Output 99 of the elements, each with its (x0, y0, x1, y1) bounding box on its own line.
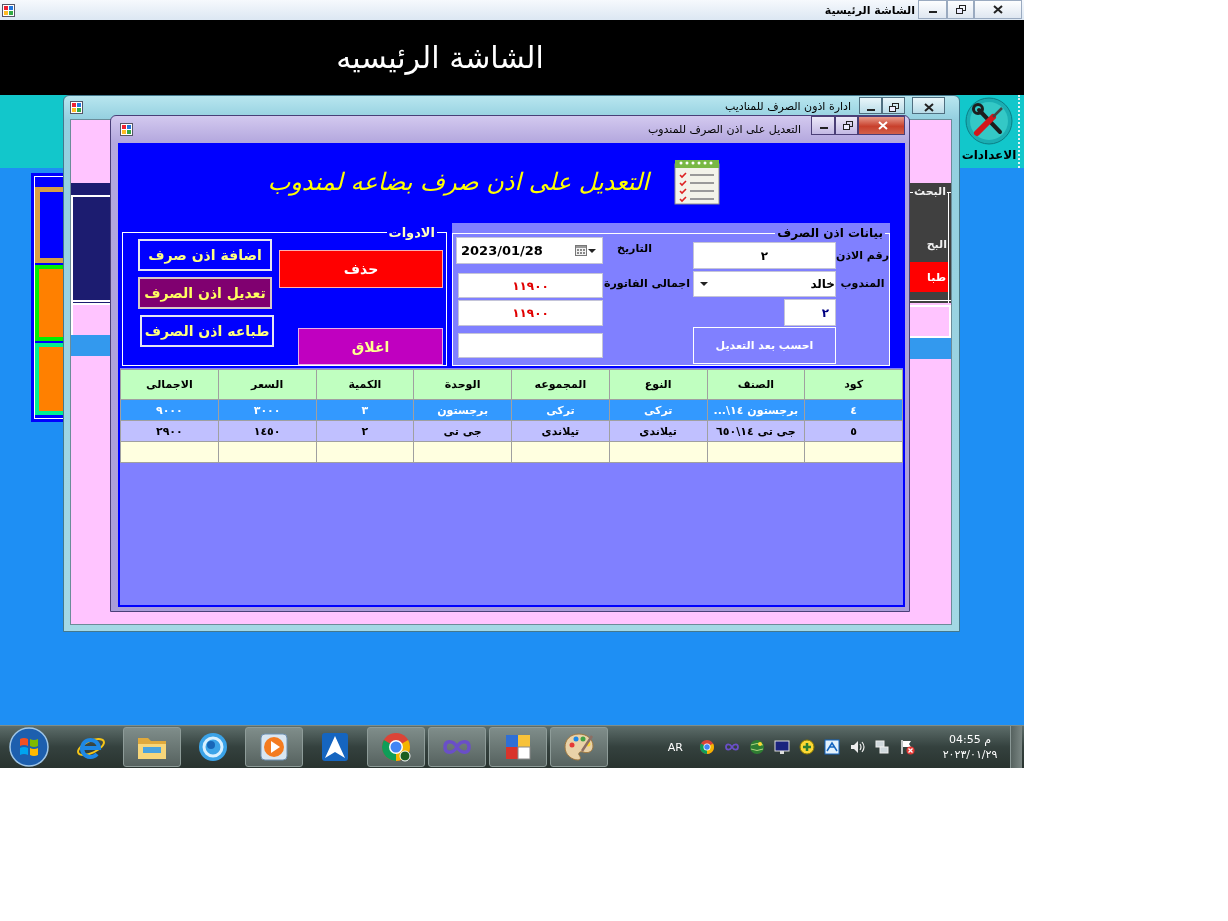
letter-a-icon (319, 731, 351, 763)
combo-box[interactable]: خالد (693, 271, 836, 297)
column-header: السعر (218, 369, 316, 400)
input-field[interactable]: ١١٩٠٠ (458, 273, 603, 298)
field-label: التاريخ (617, 242, 652, 255)
column-header: النوع (609, 369, 707, 400)
taskbar-button[interactable] (367, 727, 425, 767)
table-row[interactable]: ٥ جى تى ١٤\٦٥٠ تيلاندى تيلاندى جى تى ٢ ١٤٥٠ ٢٩٠٠ (120, 420, 903, 442)
field-label: البح (926, 238, 947, 252)
app-icon (120, 123, 133, 136)
group-title: الادوات (386, 225, 437, 240)
input-field[interactable] (458, 332, 603, 358)
column-header: الكمية (316, 369, 414, 400)
field-label: رقم الاذن (836, 249, 889, 262)
table-cell: جى تى ١٤\٦٥٠ (707, 420, 805, 442)
caret-icon (588, 248, 596, 253)
field-label: اجمالى الفاتورة (603, 277, 690, 290)
app-icon (70, 101, 83, 114)
app-icon (2, 3, 15, 17)
connection-icon (824, 739, 840, 755)
language-indicator[interactable]: AR (667, 740, 683, 754)
column-header: الاجمالى (120, 369, 219, 400)
color-wheel-icon (380, 731, 412, 763)
clock-time[interactable]: 04:55 م (949, 732, 991, 747)
table-cell: ٣ (316, 399, 414, 421)
swirl-icon (197, 731, 229, 763)
column-header: كود (804, 369, 903, 400)
checklist-icon (671, 157, 723, 206)
close-button[interactable] (974, 0, 1022, 19)
group-title: البحث (913, 185, 947, 199)
orb-icon (9, 727, 49, 767)
table-cell: تيلاندى (511, 420, 610, 442)
color-wheel-icon (699, 739, 715, 755)
restore-button[interactable] (835, 116, 858, 135)
minimize-button[interactable] (918, 0, 947, 19)
minimize-button[interactable] (859, 97, 882, 114)
table-cell: تيلاندى (609, 420, 707, 442)
table-cell: برجستون (413, 399, 512, 421)
delete-button[interactable]: حذف (279, 250, 443, 288)
field-label: المندوب (840, 277, 885, 290)
table-cell: تركى (511, 399, 610, 421)
calendar-icon (575, 245, 587, 256)
table-cell: تركى (609, 399, 707, 421)
table-cell: ٣٠٠٠ (218, 399, 316, 421)
close-button[interactable] (858, 116, 905, 135)
edit-button[interactable]: تعديل اذن الصرف (138, 277, 272, 309)
table-cell: ٢ (316, 420, 414, 442)
print-button[interactable]: طبا (910, 262, 948, 292)
new-row[interactable] (120, 441, 903, 463)
window-title: ادارة اذون الصرف للمناديب (724, 100, 851, 114)
table-cell: ٩٠٠٠ (120, 399, 219, 421)
table-cell: جى تى (413, 420, 512, 442)
close-icon (993, 5, 1003, 14)
input-field[interactable]: ٢ (693, 242, 836, 269)
add-button[interactable]: اضافة اذن صرف (138, 239, 272, 271)
close-icon (923, 103, 934, 112)
table-cell: برجستون ١٤\... (707, 399, 805, 421)
print-button[interactable]: طباعه اذن الصرف (140, 315, 274, 347)
monitor-icon (774, 739, 790, 755)
start-button[interactable] (9, 727, 49, 767)
table-cell: ٤ (804, 399, 903, 421)
table-cell: ٥ (804, 420, 903, 442)
palette-icon (563, 731, 595, 763)
tools-icon (965, 97, 1013, 145)
input-field[interactable]: ٢ (784, 299, 836, 326)
date-picker[interactable]: 2023/01/28 (456, 237, 603, 264)
table-cell: ٢٩٠٠ (120, 420, 219, 442)
restore-icon (888, 103, 899, 112)
network-icon (874, 739, 890, 755)
grid-row (71, 335, 110, 356)
window-title: الشاشة الرئيسية (824, 3, 915, 17)
taskbar-button[interactable] (245, 727, 303, 767)
settings-button[interactable]: الاعدادات (960, 95, 1020, 168)
restore-icon (842, 121, 853, 130)
globe-icon (749, 739, 765, 755)
caret-icon (700, 282, 708, 286)
taskbar-button[interactable] (489, 727, 547, 767)
speaker-icon (849, 739, 865, 755)
column-header: الوحدة (413, 369, 512, 400)
close-icon (877, 121, 888, 130)
clock-date[interactable]: ٢٠٢٣/٠١/٢٩ (942, 747, 998, 762)
header-title: الشاشة الرئيسيه (336, 40, 544, 75)
grid-row (910, 338, 951, 359)
column-header: الصنف (707, 369, 805, 400)
form-heading: التعديل على اذن صرف بضاعه لمندوب (267, 167, 649, 196)
close-button[interactable]: اغلاق (298, 328, 443, 365)
table-cell: ١٤٥٠ (218, 420, 316, 442)
minimize-button[interactable] (811, 116, 835, 135)
flag-icon (899, 739, 915, 755)
play-icon (258, 731, 290, 763)
window-title: التعديل على اذن الصرف للمندوب (647, 123, 801, 136)
group-title: بيانات اذن الصرف (775, 226, 885, 240)
input-field[interactable]: ١١٩٠٠ (458, 300, 603, 326)
column-header: المجموعه (511, 369, 610, 400)
restore-button[interactable] (947, 0, 974, 19)
restore-button[interactable] (882, 97, 905, 114)
restore-icon (955, 5, 966, 14)
close-button[interactable] (912, 97, 945, 114)
plus-icon (799, 739, 815, 755)
